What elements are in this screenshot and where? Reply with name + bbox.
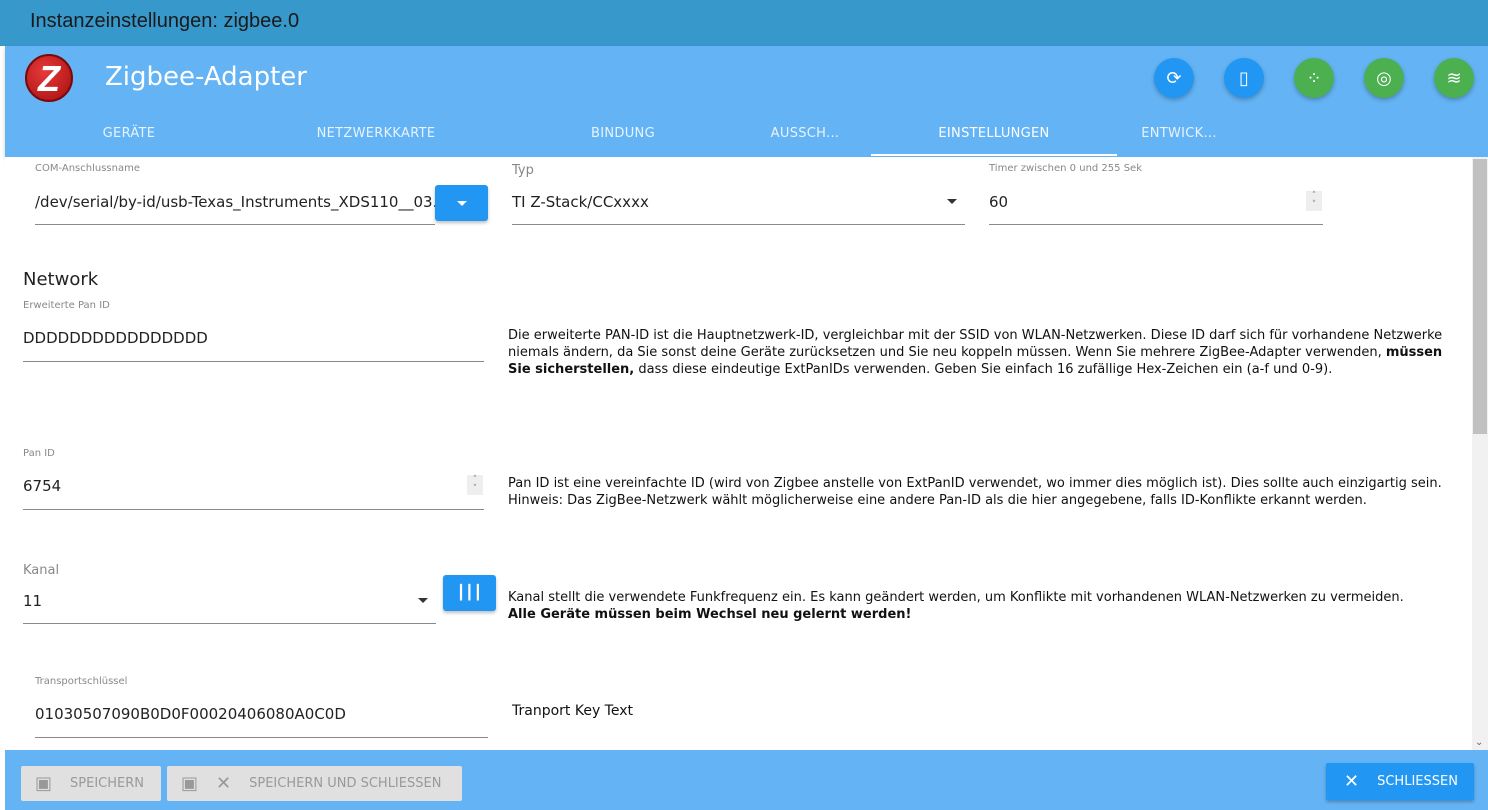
tab-network-map[interactable]: NETZWERKKARTE	[317, 126, 436, 141]
hub-icon[interactable]: ⁘	[1294, 58, 1334, 98]
type-select[interactable]: TI Z-Stack/CCxxxx	[512, 193, 649, 211]
panid-description: Pan ID ist eine vereinfachte ID (wird vo…	[508, 476, 1442, 508]
timer-label: Timer zwischen 0 und 255 Sek	[989, 163, 1142, 174]
scrollbar-thumb[interactable]	[1473, 159, 1487, 434]
active-tab-indicator	[871, 154, 1117, 156]
footer-bar: ▣ SPEICHERN ▣ ✕ SPEICHERN UND SCHLIESSEN ✕ S…	[5, 750, 1488, 810]
waveform-icon: ┃┃┃	[456, 585, 483, 601]
extpan-input[interactable]: DDDDDDDDDDDDDDDD	[23, 329, 208, 347]
extpan-label: Erweiterte Pan ID	[23, 300, 110, 311]
timer-input[interactable]: 60	[989, 193, 1008, 211]
save-and-close-button[interactable]: ▣ ✕ SPEICHERN UND SCHLIESSEN	[167, 766, 462, 801]
extpan-description: Die erweiterte PAN-ID ist die Hauptnetzw…	[508, 328, 1443, 377]
app-header: Z Zigbee-Adapter ⟳ ▯ ⁘ ◎ ≋ GERÄTE NETZWE…	[5, 46, 1488, 157]
sync-icon[interactable]: ⟳	[1154, 58, 1194, 98]
chevron-down-icon	[947, 199, 957, 204]
panid-label: Pan ID	[23, 448, 55, 459]
settings-panel: COM-Anschlussname /dev/serial/by-id/usb-…	[5, 157, 1472, 750]
section-network-heading: Network	[23, 269, 99, 290]
channel-scan-button[interactable]: ┃┃┃	[443, 575, 496, 611]
com-input[interactable]: /dev/serial/by-id/usb-Texas_Instruments_…	[35, 193, 435, 211]
window-title: Instanzeinstellungen: zigbee.0	[0, 0, 1488, 46]
app-title: Zigbee-Adapter	[105, 62, 307, 92]
scroll-down-icon[interactable]: ⌄	[1475, 737, 1483, 748]
timer-spinner[interactable]: ˄ ˅	[1306, 191, 1322, 211]
tab-settings[interactable]: EINSTELLUNGEN	[938, 126, 1049, 141]
panid-spinner[interactable]: ˄ ˅	[467, 475, 483, 495]
close-icon: ✕	[216, 773, 232, 794]
tab-devices[interactable]: GERÄTE	[103, 126, 156, 141]
channel-description: Kanal stellt die verwendete Funkfrequenz…	[508, 590, 1404, 622]
transport-description: Tranport Key Text	[512, 703, 633, 719]
channel-select[interactable]: 11	[23, 592, 42, 610]
tab-exclude[interactable]: AUSSCH...	[771, 126, 840, 141]
transport-input[interactable]: 01030507090B0D0F00020406080A0C0D	[35, 705, 346, 723]
download-icon[interactable]: ▯	[1224, 58, 1264, 98]
tab-binding[interactable]: BINDUNG	[591, 126, 655, 141]
com-dropdown-button[interactable]	[435, 185, 488, 221]
scrollbar[interactable]: ⌄	[1472, 157, 1488, 750]
zigbee-logo: Z	[25, 54, 73, 102]
com-label: COM-Anschlussname	[35, 163, 140, 174]
close-icon: ✕	[1344, 771, 1360, 792]
wifi-signal-icon[interactable]: ≋	[1434, 58, 1474, 98]
panid-input[interactable]: 6754	[23, 477, 61, 495]
channel-label: Kanal	[23, 563, 60, 578]
transport-label: Transportschlüssel	[35, 676, 128, 687]
floppy-disk-icon: ▣	[181, 773, 199, 794]
type-label: Typ	[512, 163, 534, 178]
tab-development[interactable]: ENTWICK...	[1141, 126, 1217, 141]
save-button[interactable]: ▣ SPEICHERN	[21, 766, 161, 801]
chevron-down-icon	[418, 598, 428, 603]
floppy-disk-icon: ▣	[35, 773, 53, 794]
close-button[interactable]: ✕ SCHLIESSEN	[1326, 763, 1474, 800]
wifi-tethering-icon[interactable]: ◎	[1364, 58, 1404, 98]
caret-down-icon	[456, 200, 467, 206]
